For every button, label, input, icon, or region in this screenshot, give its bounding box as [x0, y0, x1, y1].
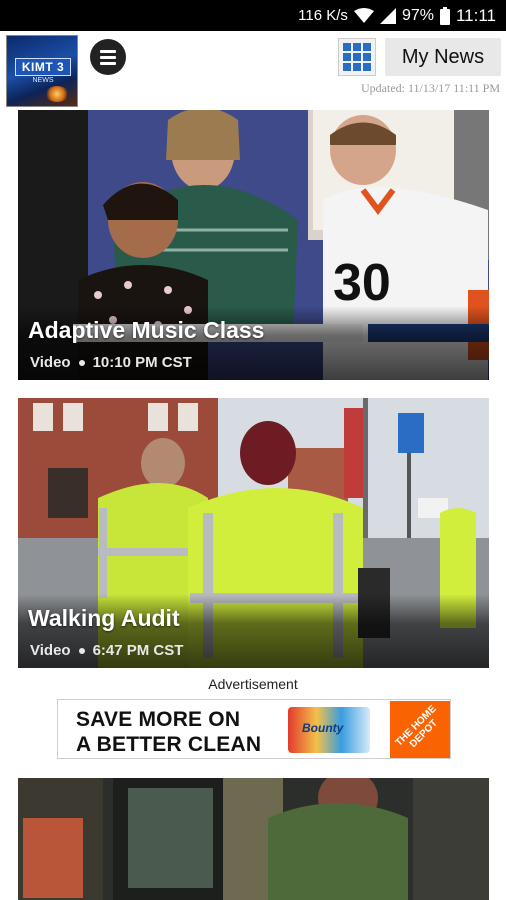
app-header: KIMT 3 NEWS My News Updated: 11/13/17 11… — [0, 31, 506, 109]
hamburger-menu-icon[interactable] — [90, 39, 126, 75]
story-type: Video — [30, 354, 71, 371]
signal-icon — [379, 7, 396, 24]
ad-headline-line-1: SAVE MORE ON — [76, 708, 241, 731]
story-thumbnail — [18, 778, 489, 900]
story-time: 6:47 PM CST — [92, 642, 184, 659]
ad-headline-line-2: A BETTER CLEAN — [76, 733, 262, 756]
story-title[interactable]: Adaptive Music Class — [28, 317, 264, 344]
my-news-button[interactable]: My News — [385, 38, 501, 76]
logo-text: KIMT 3 — [15, 58, 71, 76]
story-card-walking-audit[interactable]: Walking Audit Video 6:47 PM CST — [18, 398, 489, 668]
home-depot-logo-text: THE HOME DEPOT — [393, 703, 440, 750]
battery-icon — [439, 6, 450, 25]
story-title[interactable]: Walking Audit — [28, 605, 180, 632]
logo-glow — [45, 86, 69, 102]
battery-percent: 97% — [401, 6, 434, 24]
status-bar: 116 K/s 97% 11:11 — [0, 0, 506, 31]
story-time: 10:10 PM CST — [92, 354, 192, 371]
clock: 11:11 — [455, 5, 496, 25]
ad-banner[interactable]: SAVE MORE ON A BETTER CLEAN Bounty THE H… — [57, 699, 451, 759]
network-speed: 116 K/s — [298, 7, 348, 24]
wifi-icon — [353, 7, 374, 24]
story-meta: Video 10:10 PM CST — [30, 354, 192, 371]
separator-dot — [78, 359, 85, 366]
ad-product-image: Bounty — [288, 707, 370, 753]
advertisement-label: Advertisement — [208, 676, 298, 692]
story-card-partial[interactable] — [18, 778, 489, 900]
home-depot-logo: THE HOME DEPOT — [390, 701, 450, 758]
story-card-adaptive-music-class[interactable]: 30 Adaptive Music Class Video 10:10 PM C… — [18, 110, 489, 380]
logo-subtext: NEWS — [32, 77, 54, 84]
story-meta: Video 6:47 PM CST — [30, 642, 183, 659]
svg-text:30: 30 — [333, 254, 391, 312]
ad-product-text: Bounty — [302, 721, 344, 735]
grid-view-icon[interactable] — [338, 38, 376, 76]
station-logo[interactable]: KIMT 3 NEWS — [6, 35, 78, 107]
updated-timestamp: Updated: 11/13/17 11:11 PM — [361, 81, 500, 95]
ad-headline: SAVE MORE ON A BETTER CLEAN — [76, 707, 261, 757]
separator-dot — [78, 647, 85, 654]
story-type: Video — [30, 642, 71, 659]
